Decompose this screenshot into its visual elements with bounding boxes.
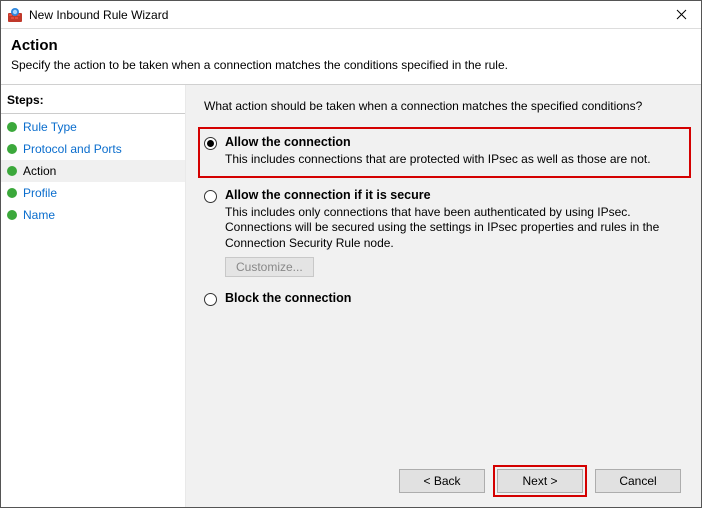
bullet-icon bbox=[7, 122, 17, 132]
step-name[interactable]: Name bbox=[1, 204, 185, 226]
step-protocol-and-ports[interactable]: Protocol and Ports bbox=[1, 138, 185, 160]
next-button-highlight: Next > bbox=[493, 465, 587, 497]
steps-sidebar: Steps: Rule Type Protocol and Ports Acti… bbox=[1, 85, 186, 507]
radio-allow[interactable] bbox=[204, 137, 217, 150]
option-allow-title: Allow the connection bbox=[225, 135, 681, 149]
bullet-icon bbox=[7, 166, 17, 176]
close-button[interactable] bbox=[663, 3, 699, 27]
option-allow-secure: Allow the connection if it is secure Thi… bbox=[204, 188, 683, 278]
step-action[interactable]: Action bbox=[1, 160, 185, 182]
option-allow-highlight: Allow the connection This includes conne… bbox=[198, 127, 691, 178]
step-label: Rule Type bbox=[23, 120, 77, 134]
cancel-button[interactable]: Cancel bbox=[595, 469, 681, 493]
option-allow-secure-desc: This includes only connections that have… bbox=[225, 205, 683, 252]
step-label: Name bbox=[23, 208, 55, 222]
bullet-icon bbox=[7, 210, 17, 220]
option-allow-desc: This includes connections that are prote… bbox=[225, 152, 681, 168]
step-rule-type[interactable]: Rule Type bbox=[1, 116, 185, 138]
next-button[interactable]: Next > bbox=[497, 469, 583, 493]
step-label: Action bbox=[23, 164, 56, 178]
option-block-title: Block the connection bbox=[225, 291, 683, 305]
step-label: Protocol and Ports bbox=[23, 142, 122, 156]
wizard-footer: < Back Next > Cancel bbox=[204, 455, 683, 497]
step-label: Profile bbox=[23, 186, 57, 200]
radio-block[interactable] bbox=[204, 293, 217, 306]
option-allow-secure-title: Allow the connection if it is secure bbox=[225, 188, 683, 202]
titlebar: New Inbound Rule Wizard bbox=[1, 1, 701, 29]
page-subtitle: Specify the action to be taken when a co… bbox=[11, 58, 691, 72]
radio-allow-secure[interactable] bbox=[204, 190, 217, 203]
back-button[interactable]: < Back bbox=[399, 469, 485, 493]
page-title: Action bbox=[11, 37, 691, 54]
customize-button: Customize... bbox=[225, 257, 314, 277]
steps-heading: Steps: bbox=[1, 91, 185, 114]
main-panel: What action should be taken when a conne… bbox=[186, 85, 701, 507]
firewall-icon bbox=[7, 7, 23, 23]
bullet-icon bbox=[7, 188, 17, 198]
option-block: Block the connection bbox=[204, 291, 683, 306]
action-prompt: What action should be taken when a conne… bbox=[204, 99, 683, 113]
wizard-header: Action Specify the action to be taken wh… bbox=[1, 29, 701, 85]
step-profile[interactable]: Profile bbox=[1, 182, 185, 204]
window-title: New Inbound Rule Wizard bbox=[29, 8, 168, 22]
bullet-icon bbox=[7, 144, 17, 154]
